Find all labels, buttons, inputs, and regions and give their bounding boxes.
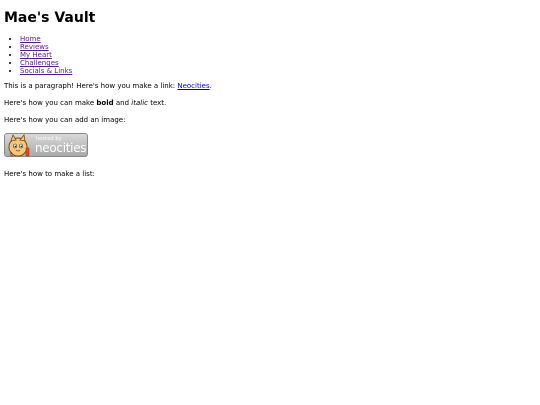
nav-link-socials[interactable]: Socials & Links <box>20 67 72 75</box>
bold-text: bold <box>96 99 114 107</box>
paragraph-formatting-prefix: Here's how you can make <box>4 99 97 107</box>
page-content: Mae's Vault Home Reviews My Heart Challe… <box>4 0 534 187</box>
badge-big-text: neocities <box>35 141 87 155</box>
nav-item-home: Home <box>20 35 534 43</box>
nav-link-home[interactable]: Home <box>20 35 41 43</box>
nav-item-challenges: Challenges <box>20 59 534 67</box>
nav-link-reviews[interactable]: Reviews <box>20 43 49 51</box>
paragraph-link-suffix: . <box>209 82 212 90</box>
neocities-badge-image[interactable]: hosted by neocities <box>4 133 88 157</box>
nav-item-reviews: Reviews <box>20 43 534 51</box>
paragraph-image: Here's how you can add an image: <box>4 116 126 124</box>
paragraph-link: This is a paragraph! Here's how you make… <box>4 82 534 90</box>
paragraph-link-prefix: This is a paragraph! Here's how you make… <box>4 82 178 90</box>
page-title: Mae's Vault <box>4 10 96 26</box>
paragraph-list: Here's how to make a list: <box>4 170 95 178</box>
paragraph-formatting: Here's how you can make bold and italic … <box>4 99 534 107</box>
neocities-cat-icon <box>8 134 30 157</box>
neocities-link[interactable]: Neocities <box>177 82 209 90</box>
nav-item-my-heart: My Heart <box>20 51 534 59</box>
paragraph-formatting-middle: and <box>113 99 132 107</box>
paragraph-formatting-suffix: text. <box>147 99 167 107</box>
nav-link-my-heart[interactable]: My Heart <box>20 51 52 59</box>
nav-item-socials: Socials & Links <box>20 67 534 75</box>
nav-list: Home Reviews My Heart Challenges Socials… <box>4 35 534 75</box>
italic-text: italic <box>131 99 148 107</box>
nav-link-challenges[interactable]: Challenges <box>20 59 59 67</box>
